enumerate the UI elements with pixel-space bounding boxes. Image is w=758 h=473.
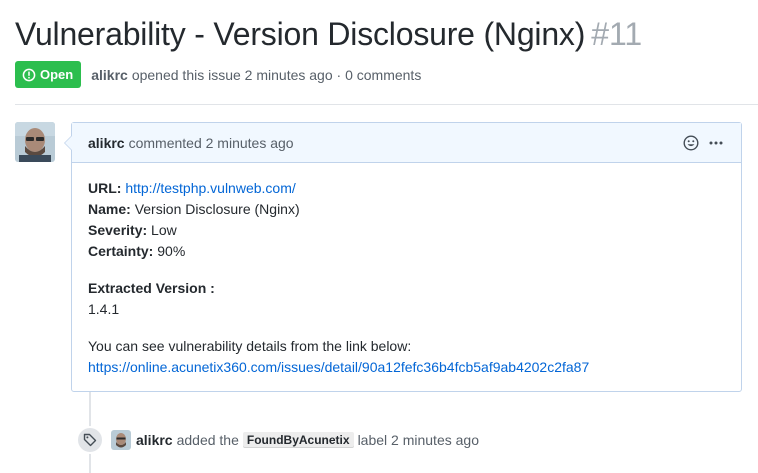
issue-label[interactable]: FoundByAcunetix [242,432,354,448]
event-action: added the [176,432,239,448]
event-avatar[interactable] [111,430,131,450]
details-text: You can see vulnerability details from t… [88,338,412,354]
field-label: Severity: [88,222,148,238]
comment-header: alikrc commented 2 minutes ago [72,123,741,163]
issue-author-link[interactable]: alikrc [91,67,128,83]
comment-body: URL: http://testphp.vulnweb.com/ Name: V… [72,163,741,378]
field-value: Low [151,222,177,238]
comment-author[interactable]: alikrc [88,135,125,151]
extracted-version-label: Extracted Version : [88,280,215,296]
state-badge: Open [15,61,82,88]
smiley-icon[interactable] [683,135,699,151]
comment-timestamp[interactable]: commented 2 minutes ago [129,135,294,151]
field-label: Certainty: [88,243,154,259]
field-label: Name: [88,201,131,217]
field-label: URL: [88,180,122,196]
event-timestamp: label 2 minutes ago [357,432,479,448]
issue-meta: Open alikrc opened this issue 2 minutes … [15,61,421,88]
label-event: alikrc added the FoundByAcunetix label 2… [76,426,479,454]
details-link[interactable]: https://online.acunetix360.com/issues/de… [88,359,589,375]
comment-tools [683,123,723,163]
details-section: You can see vulnerability details from t… [88,336,725,378]
field-url: URL: http://testphp.vulnweb.com/ [88,180,296,196]
vuln-fields: URL: http://testphp.vulnweb.com/ Name: V… [88,178,725,262]
field-certainty: Certainty: 90% [88,243,185,259]
comment-pointer-fill [65,136,72,150]
extracted-version-value: 1.4.1 [88,301,120,317]
event-author[interactable]: alikrc [136,432,173,448]
issue-title-row: Vulnerability - Version Disclosure (Ngin… [15,16,642,53]
header-divider [15,104,758,105]
target-url-link[interactable]: http://testphp.vulnweb.com/ [125,180,295,196]
avatar[interactable] [15,122,55,162]
issue-number: #11 [591,16,643,52]
extracted-version: Extracted Version : 1.4.1 [88,278,725,320]
field-value: 90% [157,243,186,259]
issue-opened-text: opened this issue 2 minutes ago · 0 comm… [131,66,422,83]
comment-box: alikrc commented 2 minutes ago URL: http… [64,122,742,392]
kebab-horizontal-icon[interactable] [709,135,723,151]
field-name: Name: Version Disclosure (Nginx) [88,201,300,217]
field-value: Version Disclosure (Nginx) [134,201,300,217]
state-label: Open [40,67,74,82]
tag-icon [76,426,104,454]
issue-title: Vulnerability - Version Disclosure (Ngin… [15,16,586,52]
field-severity: Severity: Low [88,222,177,238]
issue-opened-icon [22,68,36,82]
